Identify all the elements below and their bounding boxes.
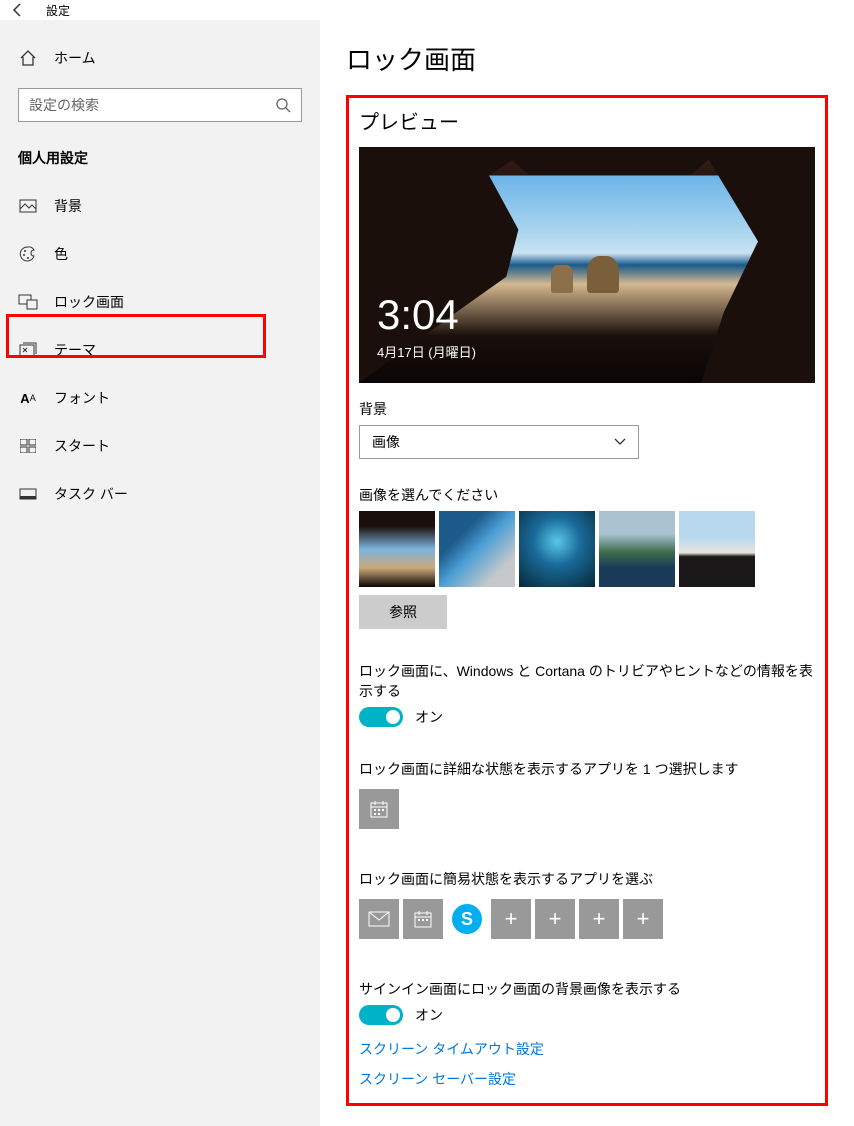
- search-icon: [275, 97, 291, 113]
- image-thumb-2[interactable]: [439, 511, 515, 587]
- quick-app-label: ロック画面に簡易状態を表示するアプリを選ぶ: [359, 869, 815, 889]
- mail-icon: [368, 911, 390, 927]
- preview-time: 3:04: [377, 291, 459, 339]
- highlight-main-content: プレビュー 3:04 4月17日 (月曜日) 背景 画像 画像を選んでください: [346, 95, 828, 1106]
- sidebar-item-label: タスク バー: [54, 484, 128, 504]
- link-screensaver[interactable]: スクリーン セーバー設定: [359, 1069, 815, 1089]
- trivia-toggle[interactable]: [359, 707, 403, 727]
- trivia-label: ロック画面に、Windows と Cortana のトリビアやヒントなどの情報を…: [359, 661, 815, 701]
- detailed-app-tile-calendar[interactable]: [359, 789, 399, 829]
- fonts-icon: AA: [18, 388, 38, 408]
- titlebar-title: 設定: [46, 2, 70, 19]
- preview-heading: プレビュー: [359, 106, 815, 135]
- quick-app-tile-add-2[interactable]: +: [535, 899, 575, 939]
- sidebar: ホーム 設定の検索 個人用設定 背景 色 ロック画面 テーマ AA フォン: [0, 20, 320, 1126]
- trivia-toggle-state: オン: [415, 707, 443, 727]
- sidebar-section-header: 個人用設定: [0, 142, 320, 182]
- palette-icon: [18, 244, 38, 264]
- sidebar-item-label: スタート: [54, 436, 110, 456]
- browse-button[interactable]: 参照: [359, 595, 447, 629]
- preview-date: 4月17日 (月曜日): [377, 342, 476, 361]
- image-thumb-3[interactable]: [519, 511, 595, 587]
- skype-icon: S: [452, 904, 482, 934]
- titlebar: 設定: [0, 0, 854, 20]
- signin-bg-label: サインイン画面にロック画面の背景画像を表示する: [359, 979, 815, 999]
- chevron-down-icon: [614, 438, 626, 446]
- sidebar-item-colors[interactable]: 色: [0, 230, 320, 278]
- sidebar-home-label: ホーム: [54, 48, 96, 68]
- taskbar-icon: [18, 484, 38, 504]
- search-input[interactable]: 設定の検索: [18, 88, 302, 122]
- sidebar-item-taskbar[interactable]: タスク バー: [0, 470, 320, 518]
- calendar-icon: [369, 799, 389, 819]
- page-title: ロック画面: [346, 40, 828, 77]
- quick-app-tile-skype[interactable]: S: [447, 899, 487, 939]
- sidebar-item-label: フォント: [54, 388, 110, 408]
- quick-app-tile-add-3[interactable]: +: [579, 899, 619, 939]
- choose-image-label: 画像を選んでください: [359, 485, 815, 505]
- quick-app-tile-mail[interactable]: [359, 899, 399, 939]
- background-dropdown[interactable]: 画像: [359, 425, 639, 459]
- signin-bg-toggle[interactable]: [359, 1005, 403, 1025]
- search-placeholder: 設定の検索: [29, 95, 99, 115]
- dropdown-value: 画像: [372, 432, 400, 452]
- main-content: ロック画面 プレビュー 3:04 4月17日 (月曜日) 背景 画像 画像を選ん…: [320, 20, 854, 1126]
- sidebar-item-label: 色: [54, 244, 68, 264]
- sidebar-item-fonts[interactable]: AA フォント: [0, 374, 320, 422]
- highlight-sidebar-lockscreen: [6, 314, 266, 358]
- start-icon: [18, 436, 38, 456]
- sidebar-item-label: ロック画面: [54, 292, 124, 312]
- signin-bg-toggle-state: オン: [415, 1005, 443, 1025]
- lockscreen-icon: [18, 292, 38, 312]
- background-label: 背景: [359, 399, 815, 419]
- image-thumb-4[interactable]: [599, 511, 675, 587]
- lockscreen-preview: 3:04 4月17日 (月曜日): [359, 147, 815, 383]
- quick-app-tile-add-1[interactable]: +: [491, 899, 531, 939]
- image-thumb-1[interactable]: [359, 511, 435, 587]
- quick-app-tile-calendar[interactable]: [403, 899, 443, 939]
- sidebar-item-background[interactable]: 背景: [0, 182, 320, 230]
- plus-icon: +: [637, 906, 650, 932]
- detailed-app-label: ロック画面に詳細な状態を表示するアプリを 1 つ選択します: [359, 759, 815, 779]
- image-thumbnails: [359, 511, 815, 587]
- picture-icon: [18, 196, 38, 216]
- image-thumb-5[interactable]: [679, 511, 755, 587]
- link-screen-timeout[interactable]: スクリーン タイムアウト設定: [359, 1039, 815, 1059]
- sidebar-home[interactable]: ホーム: [0, 34, 320, 82]
- sidebar-item-start[interactable]: スタート: [0, 422, 320, 470]
- plus-icon: +: [593, 906, 606, 932]
- plus-icon: +: [549, 906, 562, 932]
- back-icon[interactable]: [8, 0, 28, 20]
- plus-icon: +: [505, 906, 518, 932]
- home-icon: [18, 48, 38, 68]
- calendar-icon: [413, 909, 433, 929]
- quick-app-tile-add-4[interactable]: +: [623, 899, 663, 939]
- sidebar-item-label: 背景: [54, 196, 82, 216]
